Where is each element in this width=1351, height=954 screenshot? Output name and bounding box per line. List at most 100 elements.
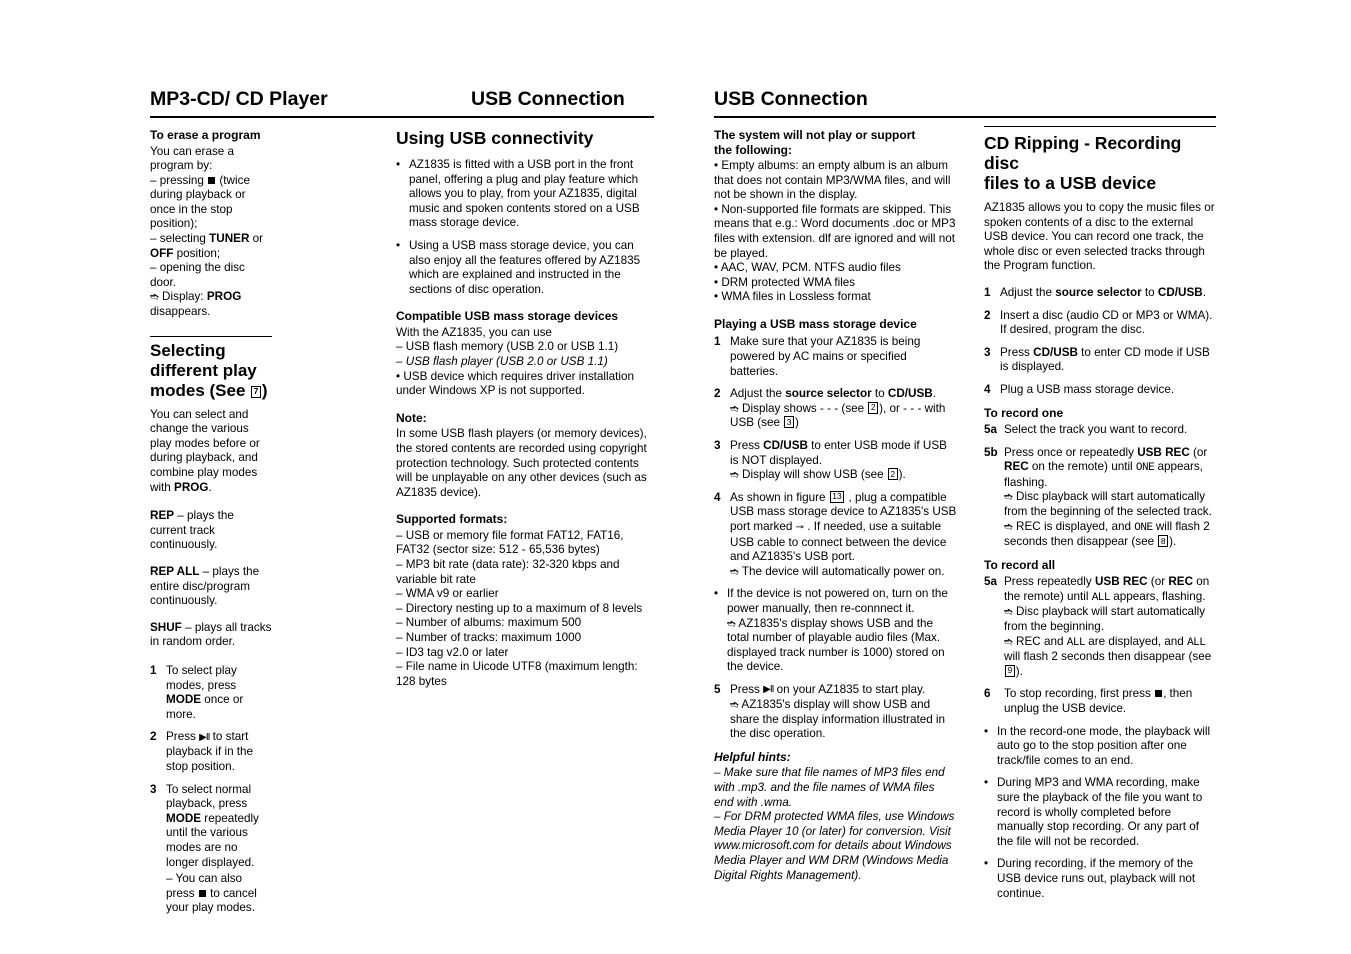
erase-program-intro: You can erase a program by: [150, 144, 235, 173]
record-all-step-6: 6 To stop recording, first press , then … [984, 687, 1193, 716]
fig-ref-7: 7 [251, 385, 261, 398]
erase-program-title: To erase a program [150, 128, 261, 142]
format-item-0: – USB or memory file format FAT12, FAT16… [396, 528, 624, 557]
cd-ripping-intro: AZ1835 allows you to copy the music file… [984, 201, 1215, 273]
play-step-1: 1 To select play modes, press MODE once … [150, 663, 244, 721]
header-mid-title: USB Connection [471, 88, 625, 110]
play-modes-section-rule [150, 335, 272, 337]
usb-bullet-1: • Using a USB mass storage device, you c… [396, 238, 641, 296]
def-rep-all: REP ALL – plays the entire disc/program … [150, 564, 260, 608]
cd-ripping-title: CD Ripping - Recording disc files to a U… [984, 133, 1182, 193]
using-usb-title: Using USB connectivity [396, 128, 594, 148]
nosupport-item-4: • WMA files in Lossless format [714, 290, 871, 304]
arrow-icon: ➬ [1004, 520, 1013, 533]
rip-bullet-0: • In the record-one mode, the playback w… [984, 724, 1211, 767]
lcd-all-text-3: ALL [1187, 636, 1206, 649]
arrow-icon: ➬ [150, 291, 159, 304]
supported-formats-title: Supported formats: [396, 512, 508, 527]
fig-ref-13: 13 [829, 490, 845, 503]
playing-step-4: 4 As shown in figure 13 , plug a compati… [714, 490, 957, 578]
format-item-2: – WMA v9 or earlier [396, 587, 499, 601]
arrow-icon: ➬ [1004, 491, 1013, 504]
format-item-4: – Number of albums: maximum 500 [396, 616, 582, 630]
record-one-step-5a: 5a Select the track you want to record. [984, 423, 1188, 437]
usb-symbol-icon: ⊸ [795, 521, 804, 533]
compatible-driver-note: • USB device which requires driver insta… [396, 369, 634, 398]
usb-bullet-0: • AZ1835 is fitted with a USB port in th… [396, 158, 640, 230]
erase-item-0: – pressing (twice during playback or onc… [150, 173, 250, 231]
rip-step-1: 1 Adjust the source selector to CD/USB. [984, 285, 1206, 299]
play-step-3: 3 To select normal playback, press MODE … [150, 782, 259, 915]
format-item-3: – Directory nesting up to a maximum of 8… [396, 601, 643, 615]
hint-0: – Make sure that file names of MP3 files… [714, 766, 945, 809]
bullet-icon: • [984, 776, 989, 790]
column-four: CD Ripping - Recording disc files to a U… [984, 126, 1216, 909]
record-one-title: To record one [984, 405, 1064, 420]
lcd-all-text-2: ALL [1066, 636, 1086, 649]
play-modes-title: Selecting different play modes (See 7) [150, 340, 268, 400]
def-shuf: SHUF – plays all tracks in random order. [150, 620, 272, 649]
playing-step-2: 2 Adjust the source selector to CD/USB. … [714, 387, 946, 430]
header-rule-right [714, 116, 1216, 118]
nosupport-item-0: • Empty albums: an empty album is an alb… [714, 159, 951, 202]
fig-ref-9: 9 [1005, 664, 1015, 677]
arrow-icon: ➬ [730, 469, 739, 482]
helpful-hints-title: Helpful hints: [714, 749, 791, 764]
header-right-title: USB Connection [714, 88, 868, 110]
header-rule-left [150, 116, 654, 118]
playing-step-1: 1 Make sure that your AZ1835 is being po… [714, 335, 921, 378]
note-text: In some USB flash players (or memory dev… [396, 427, 647, 499]
play-pause-icon: ▶II [199, 731, 210, 743]
nosupport-item-1: • Non-supported file formats are skipped… [714, 202, 956, 260]
compatible-item-0: – USB flash memory (USB 2.0 or USB 1.1) [396, 340, 619, 354]
rip-step-3: 3 Press CD/USB to enter CD mode if USB i… [984, 345, 1210, 374]
bullet-icon: • [714, 587, 719, 601]
erase-item-2: – opening the disc door. [150, 261, 245, 289]
play-modes-intro: You can select and change the various pl… [150, 407, 260, 494]
cd-ripping-section-rule [984, 126, 1216, 127]
compatible-intro: With the AZ1835, you can use [396, 325, 552, 339]
playing-step-5: 5 Press ▶II on your AZ1835 to start play… [714, 682, 946, 741]
lcd-one-text: ONE [1135, 462, 1155, 475]
lcd-all-text: ALL [1091, 591, 1111, 604]
header-left-title: MP3-CD/ CD Player [150, 88, 328, 110]
stop-icon-2 [198, 889, 206, 897]
format-item-7: – File name in Uicode UTF8 (maximum leng… [396, 660, 638, 688]
bullet-icon: • [984, 724, 989, 738]
nosupport-item-2: • AAC, WAV, PCM. NTFS audio files [714, 261, 901, 275]
column-one: To erase a program You can erase a progr… [150, 128, 272, 924]
format-item-6: – ID3 tag v2.0 or later [396, 645, 509, 659]
play-step-2: 2 Press ▶II to start playback if in the … [150, 730, 254, 773]
record-all-title: To record all [984, 557, 1056, 572]
fig-ref-8: 8 [1158, 535, 1169, 548]
play-pause-icon: ▶II [763, 684, 774, 696]
arrow-icon: ➬ [730, 402, 739, 415]
fig-ref-2: 2 [868, 401, 879, 414]
column-three: The system will not play or support the … [714, 128, 957, 883]
arrow-icon: ➬ [730, 565, 739, 578]
def-rep: REP – plays the current track continuous… [150, 509, 234, 552]
erase-item-1: – selecting TUNER or OFF position; [150, 232, 264, 260]
fig-ref-2b: 2 [887, 468, 898, 481]
manual-page: MP3-CD/ CD Player USB Connection USB Con… [0, 0, 1351, 954]
format-item-5: – Number of tracks: maximum 1000 [396, 630, 582, 644]
bullet-icon: • [396, 158, 401, 171]
erase-arrow-note: ➬ Display: PROG disappears. [150, 290, 242, 319]
hint-1: – For DRM protected WMA files, use Windo… [714, 810, 955, 882]
stop-icon-3 [1155, 690, 1163, 698]
record-all-step-5a: 5a Press repeatedly USB REC (or REC on t… [984, 575, 1212, 678]
arrow-icon: ➬ [1004, 635, 1013, 648]
rip-step-4: 4 Plug a USB mass storage device. [984, 382, 1175, 396]
rip-bullet-1: • During MP3 and WMA recording, make sur… [984, 776, 1203, 848]
bullet-icon: • [984, 857, 989, 871]
arrow-icon: ➬ [1004, 606, 1013, 619]
playing-step-3: 3 Press CD/USB to enter USB mode if USB … [714, 439, 947, 482]
note-title: Note: [396, 410, 427, 425]
nosupport-item-3: • DRM protected WMA files [714, 275, 856, 289]
compatible-devices-title: Compatible USB mass storage devices [396, 309, 619, 324]
fig-ref-3: 3 [784, 416, 794, 429]
rip-bullet-2: • During recording, if the memory of the… [984, 857, 1196, 900]
arrow-icon: ➬ [727, 617, 736, 630]
playing-usb-title: Playing a USB mass storage device [714, 316, 917, 331]
rip-step-2: 2 Insert a disc (audio CD or MP3 or WMA)… [984, 308, 1213, 337]
